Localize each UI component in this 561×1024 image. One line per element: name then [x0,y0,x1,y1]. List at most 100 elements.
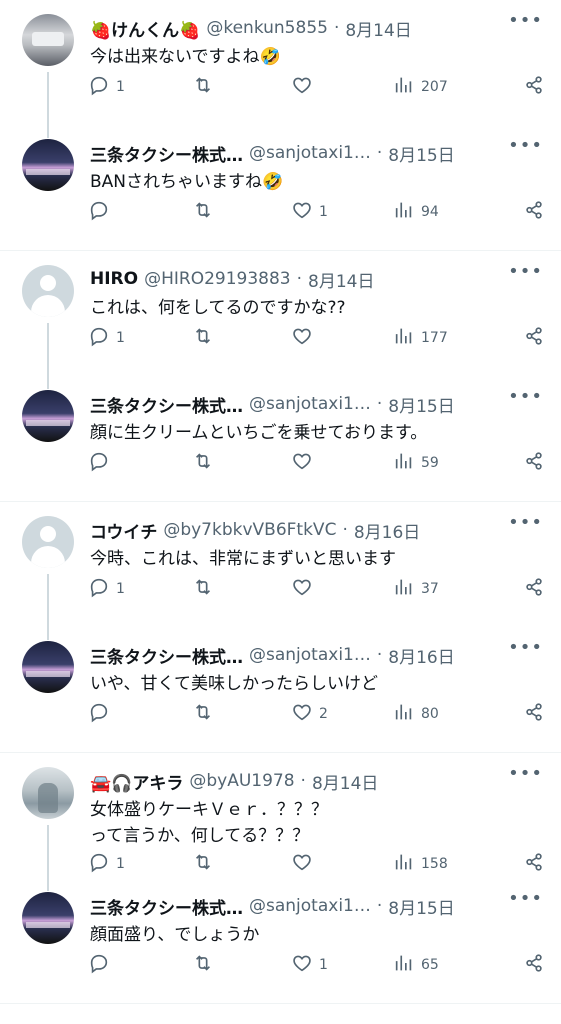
reply-button[interactable]: 1 [88,851,125,877]
user-handle[interactable]: @sanjotaxi1… [249,394,371,414]
default-avatar[interactable] [22,516,74,568]
user-handle[interactable]: @by7kbkvVB6FtkVC [163,520,336,540]
retweet-button[interactable] [192,450,220,476]
views-button[interactable]: 177 [393,325,448,351]
more-icon[interactable]: ••• [508,512,543,533]
tweet-date[interactable]: 8月14日 [308,267,374,292]
views-button[interactable]: 80 [393,701,439,727]
views-button[interactable]: 37 [393,576,439,602]
user-display-name[interactable]: HIRO [90,269,138,289]
retweet-button[interactable] [192,952,220,978]
user-handle[interactable]: @byAU1978 [189,771,294,791]
more-icon[interactable]: ••• [508,763,543,784]
user-display-name[interactable]: 🚘🎧アキラ [90,769,183,794]
tweet-actions: 1 65 [88,952,545,976]
avatar[interactable] [22,641,74,693]
user-handle[interactable]: @sanjotaxi1… [249,143,371,163]
like-button[interactable]: 1 [291,952,328,978]
reply-button[interactable]: 1 [88,74,125,100]
views-button[interactable]: 59 [393,450,439,476]
reply-button[interactable] [88,701,116,727]
share-icon [523,576,545,602]
reply-button[interactable]: 1 [88,325,125,351]
more-icon[interactable]: ••• [508,135,543,156]
user-display-name[interactable]: コウイチ [90,518,157,543]
tweet[interactable]: 🍓けんくん🍓 @kenkun5855 · 8月14日 ••• 今は出来ないですよ… [0,0,561,125]
tweet[interactable]: 三条タクシー株式… @sanjotaxi1… · 8月15日 ••• 顔に生クリ… [0,376,561,501]
tweet-actions: 1 158 [88,851,545,875]
more-icon[interactable]: ••• [508,888,543,909]
separator-dot: · [342,520,348,540]
retweet-icon [192,701,214,727]
share-button[interactable] [523,450,545,476]
views-icon [393,74,415,100]
default-avatar[interactable] [22,265,74,317]
like-icon [291,74,313,100]
retweet-button[interactable] [192,851,220,877]
reply-button[interactable] [88,450,116,476]
tweet-date[interactable]: 8月15日 [388,894,454,919]
reply-button[interactable]: 1 [88,576,125,602]
retweet-button[interactable] [192,199,220,225]
user-display-name[interactable]: 三条タクシー株式… [90,392,243,417]
share-button[interactable] [523,74,545,100]
share-button[interactable] [523,199,545,225]
like-button[interactable]: 2 [291,701,328,727]
views-button[interactable]: 94 [393,199,439,225]
retweet-button[interactable] [192,74,220,100]
share-button[interactable] [523,325,545,351]
retweet-button[interactable] [192,701,220,727]
like-button[interactable]: 1 [291,199,328,225]
avatar[interactable] [22,767,74,819]
tweet[interactable]: コウイチ @by7kbkvVB6FtkVC · 8月16日 ••• 今時、これは… [0,502,561,627]
user-handle[interactable]: @sanjotaxi1… [249,645,371,665]
reply-button[interactable] [88,952,116,978]
like-button[interactable] [291,74,319,100]
more-icon[interactable]: ••• [508,261,543,282]
share-button[interactable] [523,851,545,877]
avatar[interactable] [22,139,74,191]
retweet-button[interactable] [192,325,220,351]
tweet-date[interactable]: 8月16日 [354,518,420,543]
user-display-name[interactable]: 三条タクシー株式… [90,141,243,166]
avatar[interactable] [22,892,74,944]
tweet-date[interactable]: 8月14日 [312,769,378,794]
tweet[interactable]: 三条タクシー株式… @sanjotaxi1… · 8月15日 ••• BANされ… [0,125,561,250]
tweet[interactable]: 三条タクシー株式… @sanjotaxi1… · 8月16日 ••• いや、甘く… [0,627,561,752]
like-button[interactable] [291,450,319,476]
like-button[interactable] [291,576,319,602]
tweet-date[interactable]: 8月14日 [345,16,411,41]
like-button[interactable] [291,851,319,877]
more-icon[interactable]: ••• [508,637,543,658]
share-button[interactable] [523,576,545,602]
tweet-date[interactable]: 8月15日 [388,392,454,417]
reply-count: 1 [116,856,125,872]
user-handle[interactable]: @sanjotaxi1… [249,896,371,916]
avatar[interactable] [22,390,74,442]
share-button[interactable] [523,701,545,727]
share-button[interactable] [523,952,545,978]
user-handle[interactable]: @kenkun5855 [206,18,328,38]
retweet-button[interactable] [192,576,220,602]
reply-count: 1 [116,581,125,597]
views-button[interactable]: 207 [393,74,448,100]
avatar[interactable] [22,14,74,66]
user-display-name[interactable]: 🍓けんくん🍓 [90,16,200,41]
tweet[interactable]: HIRO @HIRO29193883 · 8月14日 ••• これは、何をしてる… [0,251,561,376]
tweet[interactable]: 🚘🎧アキラ @byAU1978 · 8月14日 ••• 女体盛りケーキＶｅｒ．？… [0,753,561,878]
like-button[interactable] [291,325,319,351]
views-button[interactable]: 158 [393,851,448,877]
retweet-icon [192,325,214,351]
tweet-date[interactable]: 8月15日 [388,141,454,166]
views-icon [393,576,415,602]
views-button[interactable]: 65 [393,952,439,978]
tweet-header: 三条タクシー株式… @sanjotaxi1… · 8月16日 [90,643,547,668]
reply-button[interactable] [88,199,116,225]
user-display-name[interactable]: 三条タクシー株式… [90,894,243,919]
user-display-name[interactable]: 三条タクシー株式… [90,643,243,668]
user-handle[interactable]: @HIRO29193883 [144,269,291,289]
more-icon[interactable]: ••• [508,10,543,31]
tweet[interactable]: 三条タクシー株式… @sanjotaxi1… · 8月15日 ••• 顔面盛り、… [0,878,561,1003]
tweet-date[interactable]: 8月16日 [388,643,454,668]
more-icon[interactable]: ••• [508,386,543,407]
